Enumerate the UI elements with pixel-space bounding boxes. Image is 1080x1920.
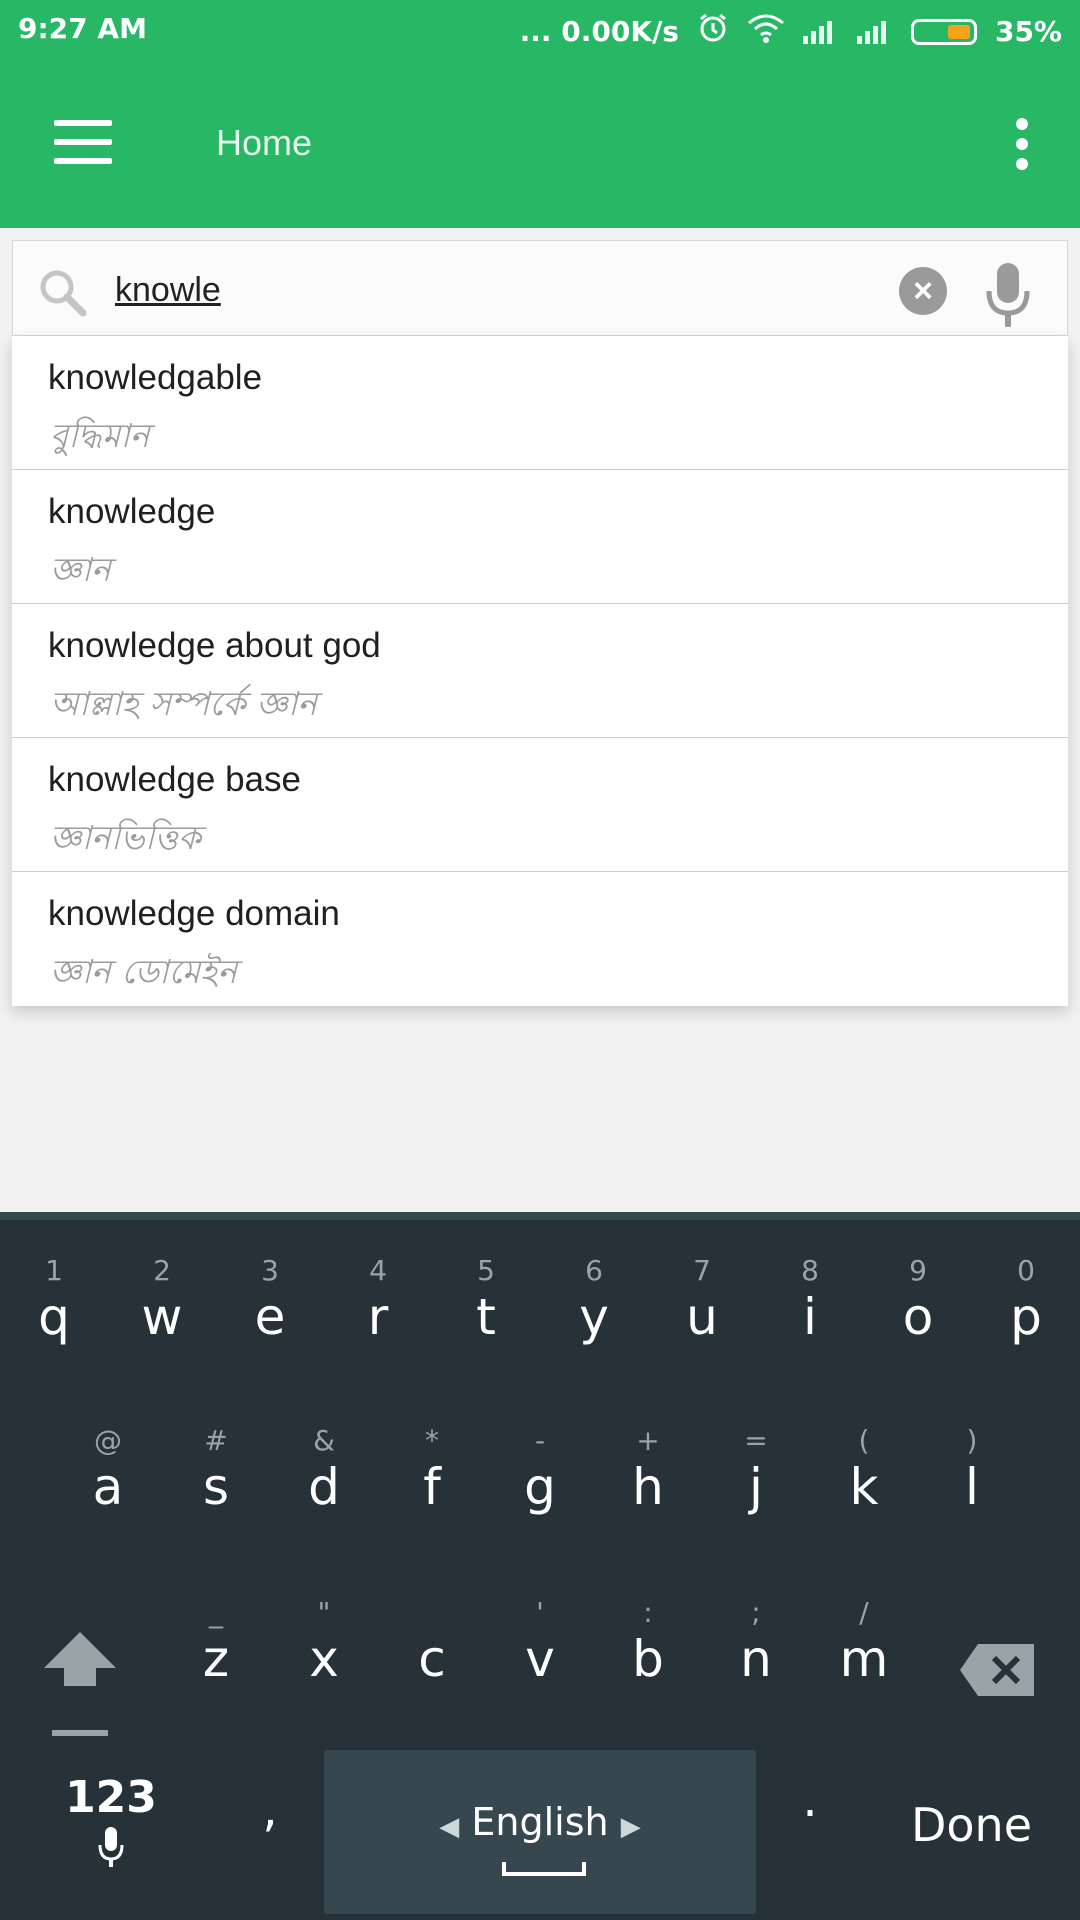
key-t[interactable]: 5t (432, 1248, 540, 1378)
mic-icon[interactable] (983, 261, 1033, 331)
network-speed: ... 0.00K/s (519, 15, 679, 48)
key-h[interactable]: + h (594, 1418, 702, 1548)
clear-icon[interactable]: × (899, 267, 947, 315)
key-r[interactable]: 4r (324, 1248, 432, 1378)
wifi-icon (747, 13, 785, 50)
suggestion-translation: আল্লাহ সম্পর্কে জ্ঞান (50, 684, 318, 723)
status-bar: 9:27 AM ... 0.00K/s 35% (0, 0, 1080, 60)
language-label: English (471, 1800, 609, 1844)
key-j[interactable]: = j (702, 1418, 810, 1548)
mic-icon (98, 1827, 124, 1867)
suggestion-word: knowledge about god (48, 626, 381, 665)
key-k[interactable]: (k (810, 1418, 918, 1548)
shift-icon[interactable] (40, 1622, 120, 1742)
suggestion-word: knowledge (48, 492, 216, 531)
key-q[interactable]: 1q (0, 1248, 108, 1378)
key-m[interactable]: / m (810, 1590, 918, 1720)
battery-icon (910, 18, 977, 45)
key-e[interactable]: 3e (216, 1248, 324, 1378)
keyboard: 1q 2w 3e 4r 5t 6y 7u 8i 9o 0p @ a # s & d *… (0, 1212, 1080, 1920)
suggestion-translation: বুদ্ধিমান (50, 416, 150, 455)
alarm-icon (697, 12, 729, 51)
search-icon (40, 270, 87, 317)
key-n[interactable]: ; n (702, 1590, 810, 1720)
space-key[interactable]: ◀ English ▶ (324, 1750, 756, 1914)
search-input[interactable] (113, 265, 877, 315)
search-bar: × (12, 240, 1068, 336)
space-bar-icon (502, 1862, 586, 1876)
key-d[interactable]: & d (270, 1418, 378, 1548)
suggestion-word: knowledgable (48, 358, 263, 397)
key-u[interactable]: 7u (648, 1248, 756, 1378)
key-p[interactable]: 0p (972, 1248, 1080, 1378)
key-s[interactable]: # s (162, 1418, 270, 1548)
key-f[interactable]: * f (378, 1418, 486, 1548)
suggestion-word: knowledge base (48, 760, 301, 799)
suggestion-translation: জ্ঞান ডোমেইন (50, 952, 238, 991)
page-title: Home (216, 122, 313, 163)
status-time: 9:27 AM (18, 12, 147, 45)
signal-icon (802, 18, 839, 46)
suggestion-translation: জ্ঞান (50, 550, 111, 589)
key-v[interactable]: ' v (486, 1590, 594, 1720)
arrow-right-icon: ▶ (620, 1812, 641, 1842)
hamburger-menu-icon[interactable] (54, 120, 112, 164)
arrow-left-icon: ◀ (439, 1812, 460, 1842)
comma-key[interactable]: , (240, 1782, 300, 1882)
battery-percent: 35% (994, 15, 1062, 48)
signal-icon (856, 18, 893, 46)
done-button[interactable]: Done (911, 1798, 1032, 1852)
key-y[interactable]: 6y (540, 1248, 648, 1378)
backspace-icon[interactable] (958, 1630, 1038, 1710)
key-b[interactable]: :b (594, 1590, 702, 1720)
more-vert-icon[interactable] (1014, 118, 1030, 170)
suggestion-item[interactable]: knowledge domain জ্ঞান ডোমেইন (12, 872, 1068, 1006)
app-bar: Home (0, 60, 1080, 228)
period-key[interactable]: . (780, 1772, 840, 1872)
key-o[interactable]: 9o (864, 1248, 972, 1378)
key-z[interactable]: _ z (162, 1590, 270, 1720)
key-c[interactable]: c (378, 1590, 486, 1720)
key-a[interactable]: @ a (54, 1418, 162, 1548)
suggestion-item[interactable]: knowledge base জ্ঞানভিত্তিক (12, 738, 1068, 872)
key-x[interactable]: " x (270, 1590, 378, 1720)
suggestion-list: knowledgable বুদ্ধিমান knowledge জ্ঞান k… (12, 336, 1068, 1006)
symbols-key[interactable]: 123 (46, 1772, 176, 1882)
suggestion-item[interactable]: knowledge about god আল্লাহ সম্পর্কে জ্ঞা… (12, 604, 1068, 738)
key-w[interactable]: 2w (108, 1248, 216, 1378)
suggestion-translation: জ্ঞানভিত্তিক (50, 818, 202, 857)
key-l[interactable]: ) l (918, 1418, 1026, 1548)
suggestion-item[interactable]: knowledgable বুদ্ধিমান (12, 336, 1068, 470)
suggestion-item[interactable]: knowledge জ্ঞান (12, 470, 1068, 604)
key-g[interactable]: -g (486, 1418, 594, 1548)
suggestion-word: knowledge domain (48, 894, 340, 933)
key-i[interactable]: 8i (756, 1248, 864, 1378)
